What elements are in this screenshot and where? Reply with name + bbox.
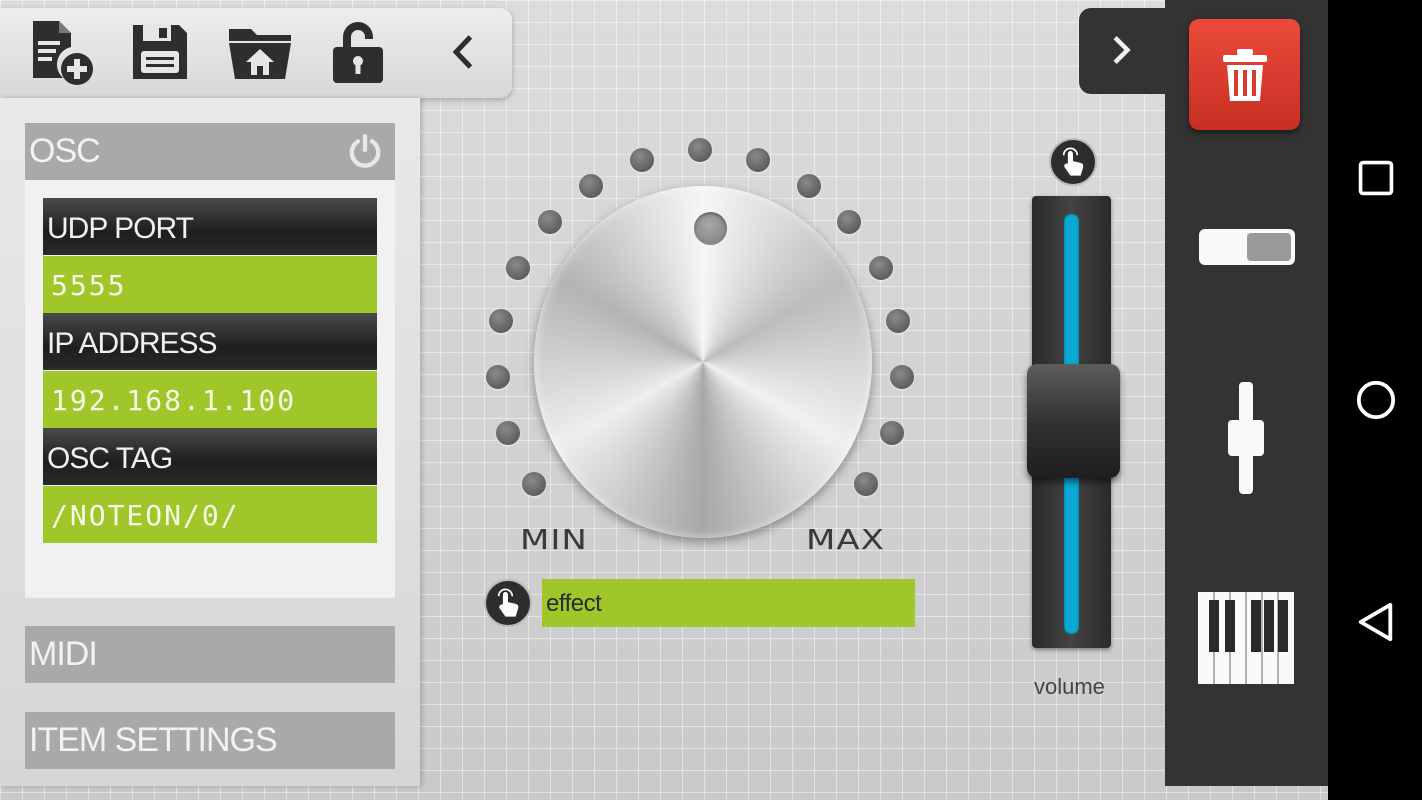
knob-touch-button[interactable] <box>484 579 532 627</box>
midi-section-title: MIDI <box>29 635 98 673</box>
recents-square-icon <box>1358 160 1394 196</box>
scale-dot <box>496 421 520 445</box>
scale-dot <box>506 256 530 280</box>
recents-button[interactable] <box>1354 156 1398 200</box>
power-icon[interactable] <box>343 129 387 173</box>
scale-dot <box>489 309 513 333</box>
scale-dot <box>538 210 562 234</box>
new-file-icon <box>33 21 93 85</box>
scale-dot <box>630 148 654 172</box>
knob-indicator <box>694 212 727 245</box>
volume-slider-thumb[interactable] <box>1027 364 1120 478</box>
piano-keyboard-icon <box>1198 592 1294 684</box>
ip-address-label: IP ADDRESS <box>43 313 377 370</box>
toggle-switch-icon <box>1199 229 1295 265</box>
scale-dot <box>837 210 861 234</box>
lock-button[interactable] <box>320 14 396 90</box>
knob-min-label: MIN <box>520 524 588 556</box>
osc-section-title: OSC <box>29 132 101 170</box>
item-settings-section-header[interactable]: ITEM SETTINGS <box>25 712 395 769</box>
expand-right-panel-button[interactable] <box>1079 8 1179 94</box>
save-button[interactable] <box>122 14 198 90</box>
chevron-right-icon <box>1113 36 1131 64</box>
trash-icon <box>1222 48 1267 101</box>
lock-icon <box>333 22 383 83</box>
scale-dot <box>869 256 893 280</box>
save-icon <box>133 25 187 79</box>
slider-touch-button[interactable] <box>1049 138 1097 186</box>
touch-hand-icon <box>497 588 519 617</box>
chevron-left-icon <box>452 35 473 69</box>
delete-button[interactable] <box>1189 19 1300 130</box>
scale-dot <box>688 138 712 162</box>
ip-address-field[interactable]: 192.168.1.100 <box>43 371 377 428</box>
top-toolbar <box>0 8 512 98</box>
home-circle-icon <box>1356 380 1396 420</box>
open-folder-icon <box>229 29 291 79</box>
udp-port-field[interactable]: 5555 <box>43 256 377 313</box>
back-button[interactable] <box>1354 600 1398 644</box>
scale-dot <box>890 365 914 389</box>
midi-section-header[interactable]: MIDI <box>25 626 395 683</box>
scale-dot <box>746 148 770 172</box>
back-triangle-icon <box>1358 602 1393 642</box>
scale-dot <box>854 472 878 496</box>
item-settings-section-title: ITEM SETTINGS <box>29 721 278 759</box>
scale-dot <box>797 174 821 198</box>
slider-icon <box>1228 382 1264 494</box>
home-button[interactable] <box>1354 378 1398 422</box>
scale-dot <box>880 421 904 445</box>
osc-tag-field[interactable]: /NOTEON/0/ <box>43 486 377 543</box>
open-folder-button[interactable] <box>222 14 298 90</box>
scale-dot <box>486 365 510 389</box>
scale-dot <box>522 472 546 496</box>
osc-section-header[interactable]: OSC <box>25 123 395 180</box>
knob-max-label: MAX <box>806 524 885 556</box>
scale-dot <box>886 309 910 333</box>
keyboard-widget-button[interactable] <box>1198 592 1294 684</box>
knob-name-field[interactable]: effect <box>542 579 915 627</box>
collapse-toolbar-button[interactable] <box>428 14 498 90</box>
udp-port-label: UDP PORT <box>43 198 377 255</box>
toggle-widget-button[interactable] <box>1198 228 1296 266</box>
scale-dot <box>579 174 603 198</box>
slider-widget-button[interactable] <box>1226 382 1266 494</box>
osc-tag-label: OSC TAG <box>43 428 377 485</box>
volume-label: volume <box>1034 674 1105 699</box>
new-file-button[interactable] <box>24 14 100 90</box>
touch-hand-icon <box>1062 147 1084 176</box>
